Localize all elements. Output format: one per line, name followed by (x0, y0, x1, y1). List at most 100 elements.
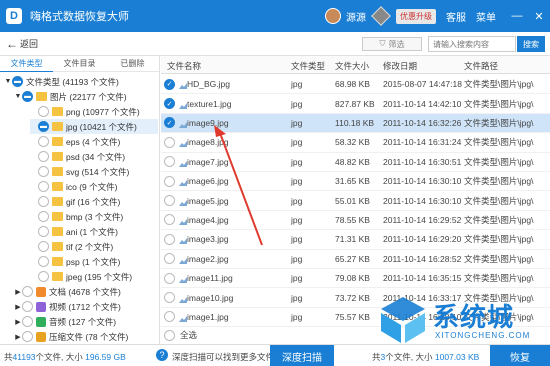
tree-item[interactable]: png (10977 个文件) (30, 104, 158, 119)
filter-button[interactable]: ⛉ 筛选 (362, 37, 422, 51)
row-checkbox[interactable] (164, 175, 175, 187)
tree-checkbox[interactable] (38, 241, 49, 252)
column-header-type[interactable]: 文件类型 (291, 60, 325, 72)
tree-checkbox[interactable] (22, 331, 33, 342)
tree-item[interactable]: ico (9 个文件) (30, 179, 158, 194)
cell-path: 文件类型\图片\jpg\ (464, 117, 534, 128)
recover-button[interactable]: 恢复 (490, 345, 550, 366)
left-panel: 文件类型 文件目录 已删除 ▼ ▬ 文件类型 (41193 个文件) ▼ ▬ 图片 (22… (0, 56, 160, 357)
close-icon[interactable]: ✕ (528, 10, 550, 23)
expand-icon[interactable]: ▶ (14, 333, 22, 341)
tree-item[interactable]: ▶ 音频 (127 个文件) (14, 314, 158, 329)
tree-item[interactable]: eps (4 个文件) (30, 134, 158, 149)
column-header-size[interactable]: 文件大小 (335, 60, 369, 72)
row-checkbox[interactable] (164, 292, 175, 304)
cell-name: image5.jpg (187, 195, 229, 206)
search-button[interactable]: 搜索 (517, 36, 545, 52)
tree-checkbox[interactable] (38, 271, 49, 282)
tree-checkbox[interactable] (38, 151, 49, 162)
tree-checkbox[interactable]: ▬ (12, 76, 23, 87)
tree-checkbox[interactable] (38, 181, 49, 192)
table-row[interactable]: image7.jpg jpg 48.82 KB 2011-10-14 16:30:51… (161, 153, 550, 172)
table-row[interactable]: ✓ texture1.jpg jpg 827.87 KB 2011-10-14 14:4… (161, 94, 550, 114)
expand-icon[interactable]: ▶ (14, 318, 22, 326)
collapse-icon[interactable]: ▼ (14, 93, 22, 100)
tree-item[interactable]: ▼ ▬ 图片 (22177 个文件) (14, 89, 158, 104)
cell-date: 2011-10-14 16:32:26 (383, 117, 462, 128)
tree-item[interactable]: ani (1 个文件) (30, 224, 158, 239)
row-checkbox[interactable] (164, 136, 175, 148)
row-checkbox[interactable]: ✓ (164, 117, 175, 129)
tree-checkbox[interactable] (38, 256, 49, 267)
tree-item[interactable]: ▶ 文档 (4678 个文件) (14, 284, 158, 299)
image-file-icon (179, 236, 187, 245)
tree-checkbox[interactable] (38, 226, 49, 237)
row-checkbox[interactable] (164, 214, 175, 226)
tab-file-directory[interactable]: 文件目录 (53, 58, 106, 69)
customer-service-button[interactable]: 客服 (446, 9, 466, 24)
tree-checkbox[interactable]: ▬ (38, 121, 49, 132)
tree-checkbox[interactable] (38, 166, 49, 177)
tree-item[interactable]: jpeg (195 个文件) (30, 269, 158, 284)
tree-item[interactable]: ▼ ▬ 文件类型 (41193 个文件) (4, 74, 158, 89)
select-all-checkbox[interactable] (164, 329, 175, 341)
tree-checkbox[interactable]: ▬ (22, 91, 33, 102)
row-checkbox[interactable] (164, 311, 175, 323)
tree-checkbox[interactable] (38, 136, 49, 147)
table-row[interactable]: ✓ HD_BG.jpg jpg 68.98 KB 2015-08-07 14:47:18… (161, 75, 550, 95)
username[interactable]: 源源 (346, 9, 366, 24)
help-icon[interactable]: ? (156, 349, 168, 361)
tab-deleted[interactable]: 已删除 (106, 58, 159, 69)
table-row[interactable]: image3.jpg jpg 71.31 KB 2011-10-14 16:29:20… (161, 230, 550, 250)
cell-type: jpg (291, 292, 303, 303)
tab-file-type[interactable]: 文件类型 (0, 56, 53, 72)
expand-icon[interactable]: ▶ (14, 288, 22, 296)
table-row[interactable]: image5.jpg jpg 55.01 KB 2011-10-14 16:30:10… (161, 191, 550, 211)
minimize-icon[interactable]: — (506, 10, 528, 22)
tree-item[interactable]: ▬ jpg (10421 个文件) (30, 119, 158, 134)
row-checkbox[interactable] (164, 272, 175, 284)
tree-item[interactable]: psd (34 个文件) (30, 149, 158, 164)
tree-item[interactable]: tif (2 个文件) (30, 239, 158, 254)
tree-checkbox[interactable] (38, 196, 49, 207)
column-header-path[interactable]: 文件路径 (464, 60, 498, 72)
cell-type: jpg (291, 176, 303, 187)
tree-item[interactable]: ▶ 视频 (1712 个文件) (14, 299, 158, 314)
watermark-subtext: XITONGCHENG.COM (435, 331, 531, 340)
tree-checkbox[interactable] (38, 106, 49, 117)
search-input[interactable] (428, 36, 516, 52)
table-row[interactable]: image8.jpg jpg 58.32 KB 2011-10-14 16:31:24… (161, 133, 550, 153)
table-row[interactable]: image4.jpg jpg 78.55 KB 2011-10-14 16:29:52… (161, 211, 550, 231)
row-checkbox[interactable] (164, 156, 175, 168)
tree-item[interactable]: bmp (3 个文件) (30, 209, 158, 224)
cell-date: 2011-10-14 16:35:15 (383, 273, 462, 284)
column-header-date[interactable]: 修改日期 (383, 60, 417, 72)
table-row[interactable]: ✓ image9.jpg jpg 110.18 KB 2011-10-14 16:32:… (161, 113, 550, 134)
tree-item[interactable]: gif (16 个文件) (30, 194, 158, 209)
row-checkbox[interactable] (164, 253, 175, 265)
collapse-icon[interactable]: ▼ (4, 78, 12, 85)
tree-checkbox[interactable] (22, 301, 33, 312)
deep-scan-button[interactable]: 深度扫描 (270, 345, 334, 366)
menu-button[interactable]: 菜单 (476, 9, 496, 24)
upgrade-button[interactable]: 优惠升级 (396, 8, 436, 24)
table-row[interactable]: image2.jpg jpg 65.27 KB 2011-10-14 16:28:52… (161, 250, 550, 269)
row-checkbox[interactable] (164, 233, 175, 245)
avatar[interactable] (325, 8, 341, 24)
tree-item[interactable]: ▶ 压缩文件 (78 个文件) (14, 329, 158, 344)
tree-item[interactable]: psp (1 个文件) (30, 254, 158, 269)
column-header-name[interactable]: 文件名称 (167, 60, 201, 72)
tree-checkbox[interactable] (38, 211, 49, 222)
cell-name: image2.jpg (187, 253, 229, 264)
tree-checkbox[interactable] (22, 286, 33, 297)
row-checkbox[interactable] (164, 195, 175, 207)
table-row[interactable]: image6.jpg jpg 31.65 KB 2011-10-14 16:30:10… (161, 172, 550, 192)
row-checkbox[interactable]: ✓ (164, 78, 175, 90)
row-checkbox[interactable]: ✓ (164, 98, 175, 110)
selected-summary: 共3个文件, 大小 1007.03 KB (372, 351, 479, 363)
expand-icon[interactable]: ▶ (14, 303, 22, 311)
tree-item[interactable]: svg (514 个文件) (30, 164, 158, 179)
table-row[interactable]: image11.jpg jpg 79.08 KB 2011-10-14 16:35:1… (161, 269, 550, 289)
back-button[interactable]: ← 返回 (6, 37, 38, 51)
tree-checkbox[interactable] (22, 316, 33, 327)
